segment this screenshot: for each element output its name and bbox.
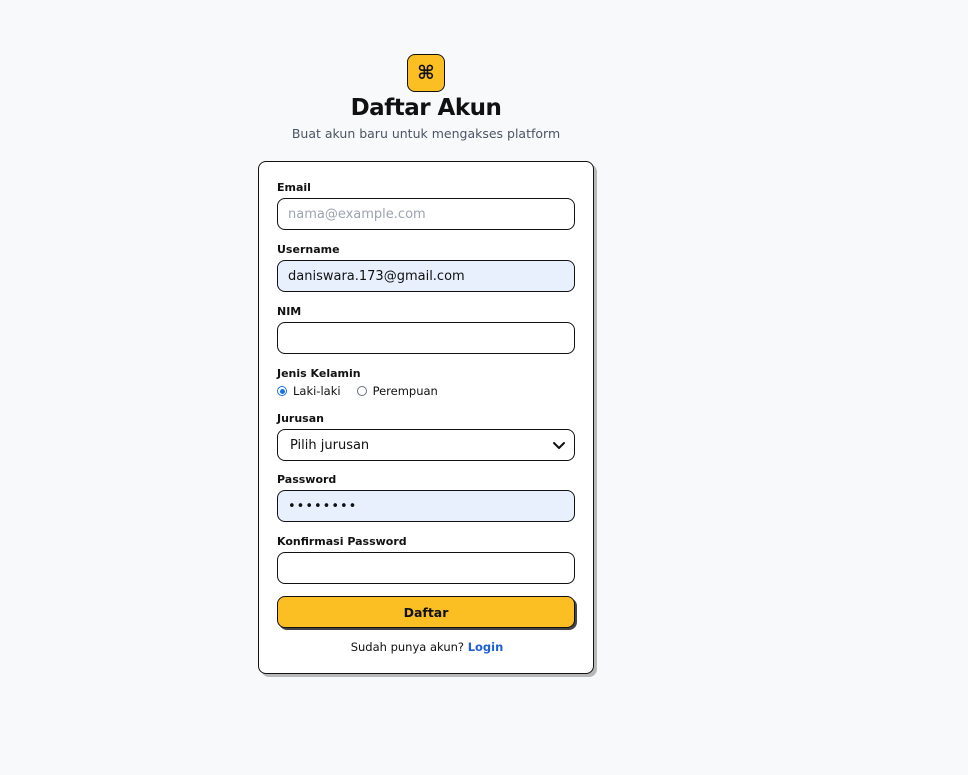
radio-male[interactable] [277, 386, 287, 396]
page-title: Daftar Akun [350, 95, 502, 121]
email-placeholder: nama@example.com [288, 206, 426, 222]
login-prompt-text: Sudah punya akun? [350, 640, 465, 654]
logo-glyph: ⌘ [417, 62, 435, 84]
gender-label: Jenis Kelamin [277, 367, 361, 380]
jurusan-label: Jurusan [277, 412, 324, 425]
username-label: Username [277, 243, 340, 256]
username-value: daniswara.173@gmail.com [288, 268, 465, 284]
email-field[interactable]: nama@example.com [277, 198, 575, 230]
login-prompt: Sudah punya akun? Login [259, 640, 595, 654]
register-form-card: Email nama@example.com Username daniswar… [258, 161, 594, 674]
radio-female[interactable] [356, 386, 367, 396]
login-link[interactable]: Login [468, 640, 504, 654]
password-field[interactable]: •••••••• [277, 490, 575, 522]
jurusan-select[interactable]: Pilih jurusan [277, 429, 575, 461]
register-button[interactable]: Daftar [277, 596, 575, 628]
password-label: Password [277, 473, 337, 486]
confirm-password-field[interactable] [277, 552, 575, 584]
gender-option-label: Laki-laki [293, 384, 341, 398]
gender-option-label: Perempuan [372, 384, 438, 398]
page-subtitle: Buat akun baru untuk mengakses platform [291, 126, 561, 141]
jurusan-selected: Pilih jurusan [290, 437, 370, 453]
password-value: •••••••• [288, 498, 358, 514]
gender-option-female[interactable]: Perempuan [356, 384, 438, 398]
chevron-down-icon [553, 442, 565, 449]
nim-label: NIM [277, 305, 302, 318]
nim-field[interactable] [277, 322, 575, 354]
confirm-password-label: Konfirmasi Password [277, 535, 407, 548]
gender-option-male[interactable]: Laki-laki [277, 384, 341, 398]
register-page: ⌘ Daftar Akun Buat akun baru untuk menga… [0, 0, 968, 775]
gender-radio-group: Laki-laki Perempuan [277, 384, 448, 398]
username-field[interactable]: daniswara.173@gmail.com [277, 260, 575, 292]
command-icon: ⌘ [407, 54, 445, 92]
email-label: Email [277, 181, 311, 194]
